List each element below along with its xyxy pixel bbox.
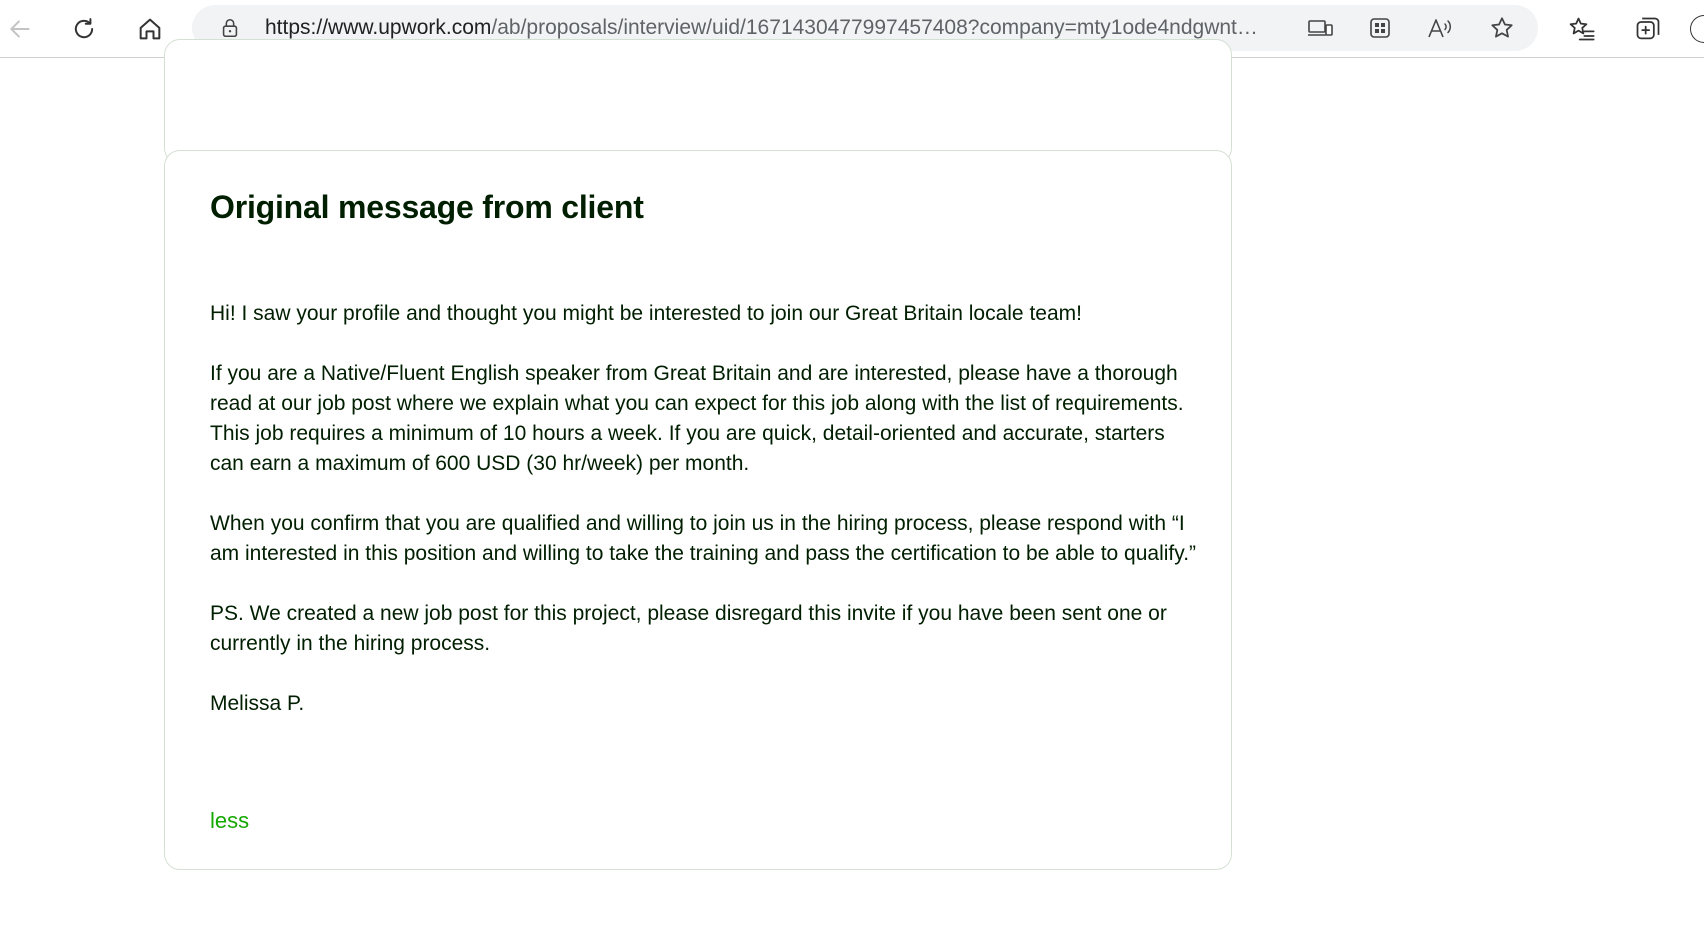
read-aloud-icon[interactable] [1424, 14, 1456, 42]
less-link[interactable]: less [210, 808, 249, 834]
home-icon [136, 15, 164, 43]
previous-card [164, 39, 1232, 164]
lock-icon[interactable] [218, 16, 242, 40]
apps-icon[interactable] [1364, 14, 1396, 42]
refresh-button[interactable] [64, 9, 104, 49]
message-paragraph: If you are a Native/Fluent English speak… [210, 362, 1184, 475]
message-paragraph: Hi! I saw your profile and thought you m… [210, 302, 1082, 325]
back-button[interactable] [0, 9, 40, 49]
refresh-icon [70, 15, 98, 43]
message-paragraph: When you confirm that you are qualified … [210, 512, 1197, 565]
url-host: https://www.upwork.com [265, 16, 492, 39]
home-button[interactable] [130, 9, 170, 49]
favorites-button[interactable] [1562, 9, 1602, 49]
message-body: Hi! I saw your profile and thought you m… [210, 299, 1200, 719]
profile-icon [1690, 15, 1704, 43]
favorites-list-icon [1568, 15, 1596, 43]
device-icon[interactable] [1304, 14, 1336, 42]
collections-icon [1634, 15, 1662, 43]
original-message-card: Original message from client Hi! I saw y… [164, 150, 1232, 870]
message-signature: Melissa P. [210, 692, 305, 715]
message-paragraph: PS. We created a new job post for this p… [210, 602, 1167, 655]
url-path: /ab/proposals/interview/uid/167143047799… [491, 16, 1265, 39]
card-title: Original message from client [210, 189, 644, 225]
page-content: Original message from client Hi! I saw y… [0, 39, 1704, 948]
collections-button[interactable] [1628, 9, 1668, 49]
back-icon [7, 16, 33, 42]
favorite-star-icon[interactable] [1486, 14, 1518, 42]
profile-button-partial[interactable] [1690, 9, 1704, 49]
